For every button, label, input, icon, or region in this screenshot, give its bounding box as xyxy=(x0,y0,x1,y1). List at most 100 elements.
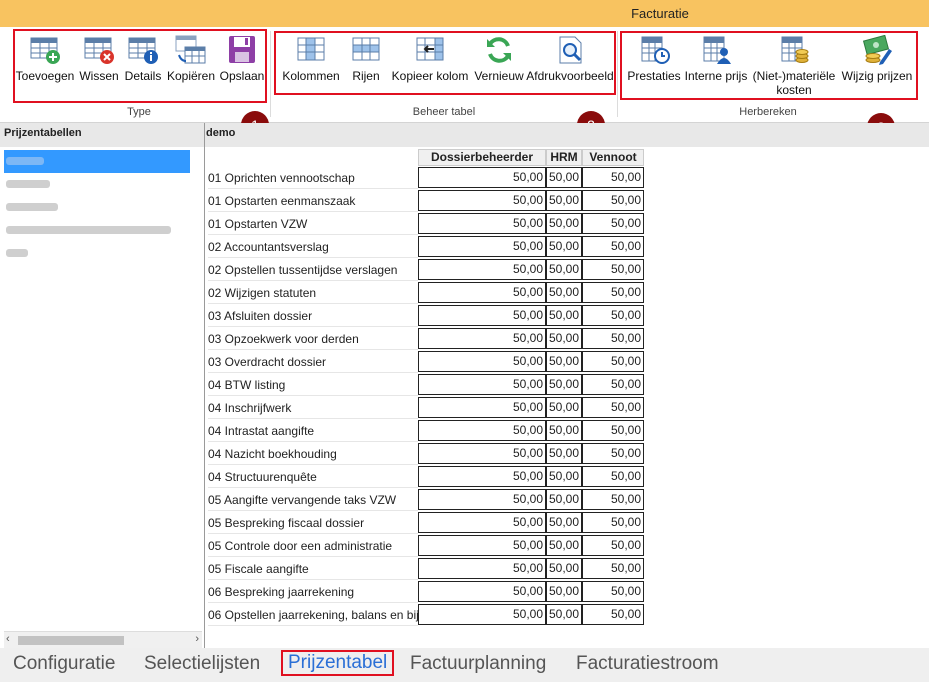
rows-button[interactable]: Rijen xyxy=(346,35,386,99)
price-cell[interactable]: 50,00 xyxy=(582,374,644,395)
price-cell[interactable]: 50,00 xyxy=(546,374,582,395)
refresh-button[interactable]: Vernieuw xyxy=(473,35,525,99)
price-cell[interactable]: 50,00 xyxy=(546,305,582,326)
details-button[interactable]: Details xyxy=(122,35,164,99)
columns-button[interactable]: Kolommen xyxy=(279,35,343,99)
price-cell[interactable]: 50,00 xyxy=(582,305,644,326)
price-cell[interactable]: 50,00 xyxy=(418,581,546,602)
add-button[interactable]: Toevoegen xyxy=(14,35,76,99)
price-cell[interactable]: 50,00 xyxy=(418,190,546,211)
price-cell[interactable]: 50,00 xyxy=(418,397,546,418)
table-copy-icon xyxy=(175,35,206,64)
calculator-person-icon xyxy=(703,36,731,64)
price-cell[interactable]: 50,00 xyxy=(546,167,582,188)
price-cell[interactable]: 50,00 xyxy=(546,351,582,372)
price-table-item[interactable] xyxy=(4,196,190,219)
save-button[interactable]: Opslaan xyxy=(218,35,266,99)
price-cell[interactable]: 50,00 xyxy=(582,512,644,533)
price-cell[interactable]: 50,00 xyxy=(418,328,546,349)
price-cell[interactable]: 50,00 xyxy=(546,190,582,211)
price-cell[interactable]: 50,00 xyxy=(546,512,582,533)
tab-facturatiestroom[interactable]: Facturatiestroom xyxy=(576,653,719,675)
price-cell[interactable]: 50,00 xyxy=(546,535,582,556)
price-cell[interactable]: 50,00 xyxy=(546,558,582,579)
price-cell[interactable]: 50,00 xyxy=(582,190,644,211)
price-cell[interactable]: 50,00 xyxy=(546,466,582,487)
price-cell[interactable]: 50,00 xyxy=(418,512,546,533)
price-cell[interactable]: 50,00 xyxy=(582,328,644,349)
price-cell[interactable]: 50,00 xyxy=(546,259,582,280)
scroll-right-icon[interactable]: › xyxy=(195,633,199,645)
services-button[interactable]: Prestaties xyxy=(624,35,684,99)
price-cell[interactable]: 50,00 xyxy=(418,167,546,188)
tab-prijzentabel[interactable]: Prijzentabel xyxy=(281,650,395,676)
print-preview-icon xyxy=(559,36,582,64)
price-cell[interactable]: 50,00 xyxy=(546,443,582,464)
row-label: 05 Controle door een administratie xyxy=(208,535,418,557)
price-cell[interactable]: 50,00 xyxy=(582,535,644,556)
price-cell[interactable]: 50,00 xyxy=(546,282,582,303)
price-table-item[interactable] xyxy=(4,173,190,196)
row-label: 03 Opzoekwerk voor derden xyxy=(208,328,418,350)
price-cell[interactable]: 50,00 xyxy=(418,282,546,303)
delete-button[interactable]: Wissen xyxy=(78,35,120,99)
price-cell[interactable]: 50,00 xyxy=(582,167,644,188)
price-table-item[interactable] xyxy=(4,242,190,265)
price-cell[interactable]: 50,00 xyxy=(418,374,546,395)
price-cell[interactable]: 50,00 xyxy=(582,397,644,418)
price-cell[interactable]: 50,00 xyxy=(418,236,546,257)
price-cell[interactable]: 50,00 xyxy=(546,328,582,349)
print-preview-button[interactable]: Afdrukvoorbeeld xyxy=(525,35,615,99)
price-cell[interactable]: 50,00 xyxy=(418,558,546,579)
tab-factuurplanning[interactable]: Factuurplanning xyxy=(410,653,546,675)
price-cell[interactable]: 50,00 xyxy=(582,351,644,372)
price-cell[interactable]: 50,00 xyxy=(582,466,644,487)
price-cell[interactable]: 50,00 xyxy=(418,259,546,280)
column-header-vennoot[interactable]: Vennoot xyxy=(582,149,644,166)
copy-column-button[interactable]: Kopieer kolom xyxy=(389,35,471,99)
price-cell[interactable]: 50,00 xyxy=(582,604,644,625)
price-table-item-selected[interactable] xyxy=(4,150,190,173)
tab-selectielijsten[interactable]: Selectielijsten xyxy=(144,653,260,675)
price-cell[interactable]: 50,00 xyxy=(418,420,546,441)
column-header-dossierbeheerder[interactable]: Dossierbeheerder xyxy=(418,149,546,166)
scrollbar-thumb[interactable] xyxy=(18,636,124,645)
price-cell[interactable]: 50,00 xyxy=(546,236,582,257)
price-cell[interactable]: 50,00 xyxy=(582,443,644,464)
scroll-left-icon[interactable]: ‹ xyxy=(6,633,10,645)
table-delete-icon xyxy=(84,37,114,64)
price-cell[interactable]: 50,00 xyxy=(418,213,546,234)
column-header-hrm[interactable]: HRM xyxy=(546,149,582,166)
add-button-label: Toevoegen xyxy=(15,69,75,83)
price-cell[interactable]: 50,00 xyxy=(418,466,546,487)
price-cell[interactable]: 50,00 xyxy=(418,443,546,464)
change-prices-button[interactable]: Wijzig prijzen xyxy=(840,35,914,99)
price-cell[interactable]: 50,00 xyxy=(546,420,582,441)
price-cell[interactable]: 50,00 xyxy=(418,305,546,326)
tab-configuratie[interactable]: Configuratie xyxy=(13,653,115,675)
price-cell[interactable]: 50,00 xyxy=(582,259,644,280)
price-cell[interactable]: 50,00 xyxy=(582,558,644,579)
horizontal-scrollbar[interactable]: ‹ › xyxy=(4,631,202,648)
price-cell[interactable]: 50,00 xyxy=(546,489,582,510)
price-cell[interactable]: 50,00 xyxy=(582,282,644,303)
price-cell[interactable]: 50,00 xyxy=(418,604,546,625)
price-cell[interactable]: 50,00 xyxy=(546,213,582,234)
price-cell[interactable]: 50,00 xyxy=(582,420,644,441)
copy-button[interactable]: Kopiëren xyxy=(166,35,216,99)
price-cell[interactable]: 50,00 xyxy=(582,236,644,257)
price-cell[interactable]: 50,00 xyxy=(546,604,582,625)
price-cell[interactable]: 50,00 xyxy=(418,535,546,556)
row-label: 02 Opstellen tussentijdse verslagen xyxy=(208,259,418,281)
internal-price-button[interactable]: Interne prijs xyxy=(684,35,748,99)
price-cell[interactable]: 50,00 xyxy=(546,397,582,418)
price-cell[interactable]: 50,00 xyxy=(582,489,644,510)
material-costs-button[interactable]: (Niet-)materiële kosten xyxy=(750,35,838,99)
price-cell[interactable]: 50,00 xyxy=(546,581,582,602)
price-cell[interactable]: 50,00 xyxy=(582,581,644,602)
internal-price-button-label: Interne prijs xyxy=(684,69,748,83)
price-cell[interactable]: 50,00 xyxy=(418,351,546,372)
price-table-item[interactable] xyxy=(4,219,190,242)
price-cell[interactable]: 50,00 xyxy=(418,489,546,510)
price-cell[interactable]: 50,00 xyxy=(582,213,644,234)
